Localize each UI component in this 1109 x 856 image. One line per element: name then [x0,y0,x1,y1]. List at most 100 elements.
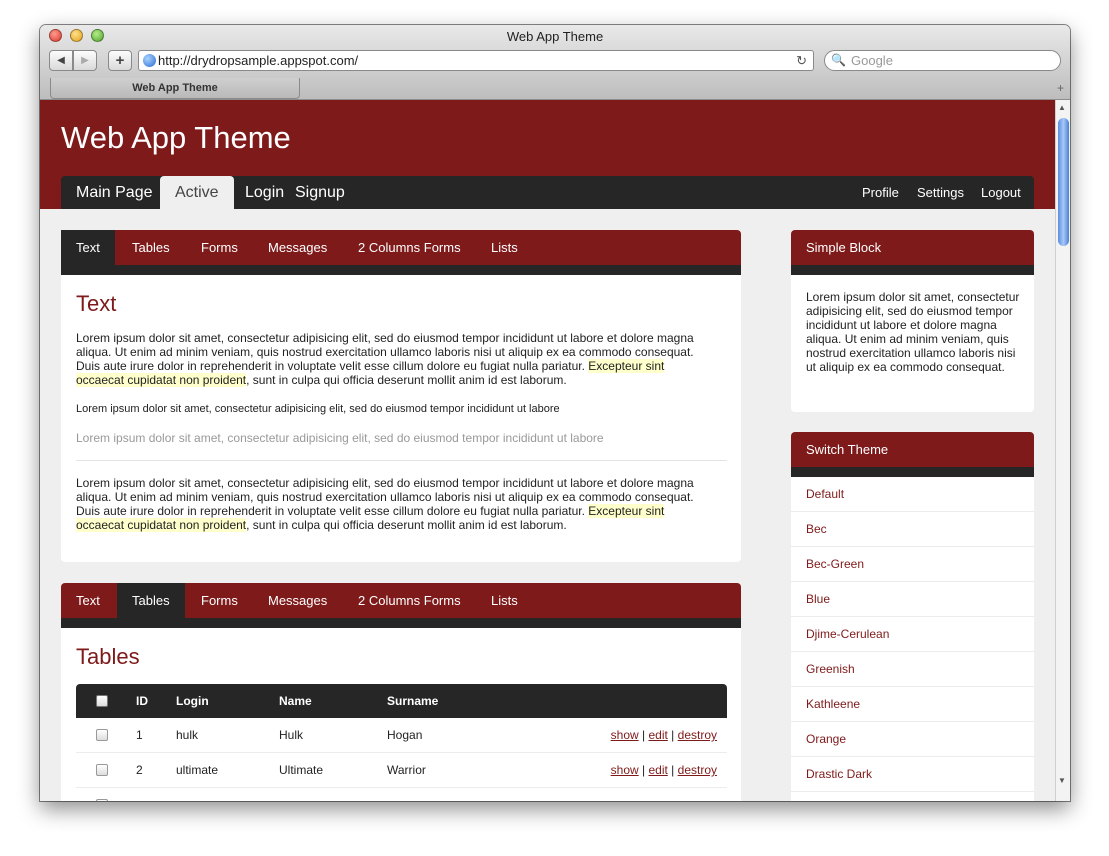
nav-signup[interactable]: Signup [295,176,345,209]
url-text: http://drydropsample.appspot.com/ [158,53,359,68]
browser-tab[interactable]: Web App Theme [50,78,300,99]
add-bookmark-button[interactable]: + [108,50,132,71]
search-placeholder: Google [851,53,893,68]
cell-name: Ultimate [279,763,324,777]
scroll-up-icon[interactable]: ▲ [1058,103,1066,112]
cell-login: hulk [176,728,199,742]
simple-block: Simple Block Lorem ipsum dolor sit amet,… [791,230,1034,412]
tab-forms[interactable]: Forms [186,583,253,618]
tab-forms[interactable]: Forms [186,230,253,265]
theme-link-bec-green[interactable]: Bec-Green [791,547,1034,582]
show-link[interactable]: show [611,763,639,777]
tab-2-columns-forms[interactable]: 2 Columns Forms [343,230,476,265]
theme-link-blue[interactable]: Blue [791,582,1034,617]
back-arrow-icon: ◀ [57,55,65,66]
theme-link-bec[interactable]: Bec [791,512,1034,547]
tab-messages[interactable]: Messages [253,583,342,618]
column-header-name[interactable]: Name [279,684,312,718]
tab-lists[interactable]: Lists [476,583,533,618]
secondary-nav: Text Tables Forms Messages 2 Columns For… [61,583,741,618]
tab-lists[interactable]: Lists [476,230,533,265]
cell-id: 2 [136,763,143,777]
divider [76,460,727,461]
row-checkbox[interactable] [96,729,108,741]
nav-logout[interactable]: Logout [981,176,1021,209]
address-bar[interactable]: http://drydropsample.appspot.com/ ↻ [138,50,814,71]
theme-link-kathleene[interactable]: Kathleene [791,687,1034,722]
nav-settings[interactable]: Settings [917,176,964,209]
cell-login: ultimate [176,763,219,777]
paragraph-text-end: , sunt in culpa qui officia deserunt mol… [246,373,567,387]
window-title: Web App Theme [506,29,604,44]
table-header: ID Login Name Surname [76,684,727,718]
column-header-id[interactable]: ID [136,684,148,718]
tab-underbar [61,618,741,628]
paragraph-text-end: , sunt in culpa qui officia deserunt mol… [246,518,567,532]
back-button[interactable]: ◀ [49,50,73,71]
cell-id: 1 [136,728,143,742]
site-header: Web App Theme Main Page Active Login Sig… [40,100,1055,209]
new-tab-icon[interactable]: + [1057,81,1064,95]
search-input[interactable]: 🔍 Google [824,50,1061,71]
reload-icon[interactable]: ↻ [796,51,807,70]
edit-link[interactable]: edit [648,763,667,777]
column-header-surname[interactable]: Surname [387,684,438,718]
sidebar-underbar [791,467,1034,477]
scrollbar-thumb[interactable] [1058,118,1069,246]
sidebar-block-title: Simple Block [806,240,882,255]
cell-surname: Warrior [387,763,426,777]
page-viewport: Web App Theme Main Page Active Login Sig… [40,100,1055,801]
cell-name: Hulk [279,728,304,742]
browser-window: Web App Theme ◀ ▶ + http://drydropsample… [40,25,1070,801]
tab-2-columns-forms[interactable]: 2 Columns Forms [343,583,476,618]
row-checkbox[interactable] [96,799,108,801]
table-row: 1 hulk Hulk Hogan show | edit | destroy [76,718,727,753]
theme-link-drastic-dark[interactable]: Drastic Dark [791,757,1034,792]
tab-messages[interactable]: Messages [253,230,342,265]
tab-text[interactable]: Text [61,583,115,618]
table-row-partial [76,788,727,801]
nav-profile[interactable]: Profile [862,176,899,209]
show-link[interactable]: show [611,728,639,742]
browser-chrome: Web App Theme ◀ ▶ + http://drydropsample… [40,25,1070,100]
sidebar-underbar [791,265,1034,275]
edit-link[interactable]: edit [648,728,667,742]
row-checkbox[interactable] [96,764,108,776]
row-actions: show | edit | destroy [611,753,717,788]
paragraph-2: Lorem ipsum dolor sit amet, consectetur … [76,476,712,532]
separator: | [642,763,646,777]
destroy-link[interactable]: destroy [678,728,717,742]
theme-link-orange[interactable]: Orange [791,722,1034,757]
nav-active[interactable]: Active [160,176,234,209]
column-header-login[interactable]: Login [176,684,209,718]
theme-link-greenish[interactable]: Greenish [791,652,1034,687]
separator: | [671,728,675,742]
sidebar-block-title: Switch Theme [806,442,889,457]
vertical-scrollbar[interactable]: ▲ ▼ [1055,100,1070,801]
small-paragraph: Lorem ipsum dolor sit amet, consectetur … [76,403,560,415]
forward-button[interactable]: ▶ [73,50,97,71]
theme-list: Default Bec Bec-Green Blue Djime-Cerulea… [791,477,1034,792]
nav-main-page[interactable]: Main Page [76,176,153,209]
scroll-down-icon[interactable]: ▼ [1058,776,1066,785]
theme-link-djime-cerulean[interactable]: Djime-Cerulean [791,617,1034,652]
plus-icon: + [115,52,125,69]
tab-text[interactable]: Text [61,230,115,265]
theme-link-default[interactable]: Default [791,477,1034,512]
destroy-link[interactable]: destroy [678,763,717,777]
table-row: 2 ultimate Ultimate Warrior show | edit … [76,753,727,788]
simple-block-text: Lorem ipsum dolor sit amet, consectetur … [806,290,1020,374]
block-title: Text [76,291,117,316]
site-title[interactable]: Web App Theme [61,120,291,156]
select-all-checkbox[interactable] [96,695,108,707]
nav-login[interactable]: Login [245,176,284,209]
sidebar-block-header: Simple Block [791,230,1034,265]
separator: | [642,728,646,742]
users-table: ID Login Name Surname 1 hulk Hulk Hogan … [76,684,727,801]
tab-tables[interactable]: Tables [117,230,185,265]
search-icon: 🔍 [831,53,846,67]
tab-tables[interactable]: Tables [117,583,185,618]
row-actions: show | edit | destroy [611,718,717,753]
sidebar-block-header: Switch Theme [791,432,1034,467]
globe-icon [143,54,156,67]
